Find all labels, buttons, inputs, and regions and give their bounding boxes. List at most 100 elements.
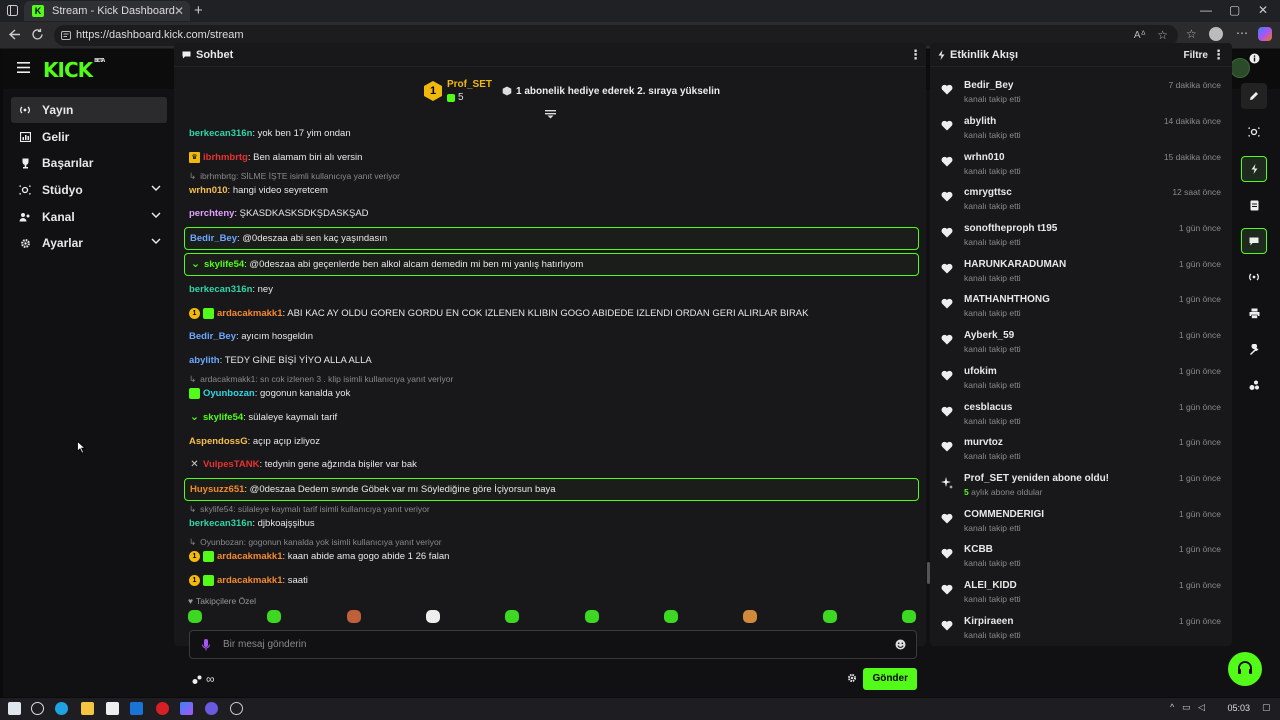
help-headset-icon[interactable] [1228, 652, 1262, 686]
activity-username[interactable]: HARUNKARADUMAN [964, 259, 1066, 270]
emote-icon[interactable] [188, 610, 202, 623]
chat-username[interactable]: perchteny [189, 207, 234, 220]
opera-icon[interactable] [156, 702, 169, 715]
integrations-icon[interactable] [1241, 372, 1267, 398]
menu-icon[interactable] [17, 62, 30, 73]
sidebar-item-kanal[interactable]: Kanal [11, 204, 167, 230]
sidebar-item-ayarlar[interactable]: Ayarlar [11, 230, 167, 256]
send-button[interactable]: Gönder [863, 668, 917, 690]
chat-message-mention[interactable]: Bedir_Bey: @0deszaa abi sen kaç yaşındas… [184, 227, 919, 251]
chat-username[interactable]: Bedir_Bey [190, 232, 237, 245]
store-icon[interactable] [106, 702, 119, 715]
sidebar-item-basarilar[interactable]: Başarılar [11, 150, 167, 176]
edge-browser-icon[interactable] [55, 702, 68, 715]
chat-message[interactable]: ♛ ibrhmbrtg: Ben alamam biri alı versin [184, 147, 919, 168]
activity-username[interactable]: Bedir_Bey [964, 80, 1013, 91]
activity-more-options-icon[interactable]: ⋮ [1212, 47, 1225, 63]
browser-tab[interactable]: K Stream - Kick Dashboard ✕ [24, 1, 190, 21]
emoji-picker-icon[interactable] [895, 639, 906, 650]
emote-icon[interactable] [901, 610, 916, 623]
sidebar-item-gelir[interactable]: Gelir [11, 124, 167, 150]
kicks-balance[interactable]: ∞ [192, 672, 215, 686]
activity-item[interactable]: cmrygttsc kanalı takip etti 12 saat önce [941, 186, 1221, 220]
back-icon[interactable] [8, 28, 21, 41]
chat-message-mention[interactable]: ⌄ skylife54: @0deszaa abi geçenlerde ben … [184, 252, 919, 276]
chat-username[interactable]: ardacakmakk1 [217, 574, 283, 587]
chat-message[interactable]: 1 ardacakmakk1: ABI KAC AY OLDU GOREN GOR… [184, 303, 919, 324]
more-options-icon[interactable]: ⋯ [1236, 26, 1248, 40]
broadcast-rail-icon[interactable] [1241, 264, 1267, 290]
chat-username[interactable]: ibrhmbrtg [203, 151, 248, 164]
activity-item[interactable]: Ayberk_59 kanalı takip etti 1 gün önce [941, 329, 1221, 363]
emote-icon[interactable] [346, 610, 361, 623]
network-icon[interactable]: ▭ [1182, 702, 1191, 713]
search-icon[interactable] [31, 702, 44, 715]
emote-icon[interactable] [267, 610, 282, 623]
activity-username[interactable]: Kirpiraeen [964, 616, 1013, 627]
activity-username[interactable]: ufokim [964, 366, 997, 377]
app-icon[interactable] [205, 702, 218, 715]
chat-message[interactable]: AspendossG: açıp açıp izliyoz [184, 431, 919, 452]
activity-username[interactable]: MATHANHTHONG [964, 294, 1050, 305]
activity-username[interactable]: Prof_SET yeniden abone oldu! [964, 473, 1109, 484]
activity-item[interactable]: Prof_SET yeniden abone oldu! 5 aylık abon… [941, 472, 1221, 506]
chat-username[interactable]: Huysuzz651 [190, 483, 244, 496]
kick-logo[interactable]: KICK BETA [43, 58, 105, 82]
file-explorer-icon[interactable] [81, 702, 94, 715]
new-tab-icon[interactable]: + [194, 2, 203, 19]
notification-icon[interactable]: ▢ [1262, 702, 1271, 713]
chat-username[interactable]: berkecan316n [189, 283, 252, 296]
chat-username[interactable]: AspendossG [189, 435, 248, 448]
scroll-to-bottom-icon[interactable] [545, 110, 556, 119]
chat-message[interactable]: Bedir_Bey: ayıcım hosgeldın [184, 326, 919, 347]
emote-icon[interactable] [663, 610, 678, 623]
printer-icon[interactable] [1241, 300, 1267, 326]
edit-icon[interactable] [1241, 83, 1267, 109]
emote-icon[interactable] [425, 610, 440, 623]
windows-start-icon[interactable] [8, 702, 21, 715]
emote-icon[interactable] [822, 610, 837, 623]
chat-username[interactable]: skylife54 [203, 411, 243, 424]
activity-item[interactable]: ufokim kanalı takip etti 1 gün önce [941, 365, 1221, 399]
chat-message[interactable]: berkecan316n: djbkoajşşibus [184, 513, 919, 534]
chat-more-options-icon[interactable]: ⋮ [909, 47, 922, 63]
activity-username[interactable]: Ayberk_59 [964, 330, 1014, 341]
activity-item[interactable]: Kirpiraeen kanalı takip etti 1 gün önce [941, 615, 1221, 649]
activity-item[interactable]: COMMENDERIGI kanalı takip etti 1 gün önce [941, 508, 1221, 542]
chat-message[interactable]: 1 ardacakmakk1: kaan abide ama gogo abide… [184, 546, 919, 567]
activity-username[interactable]: wrhn010 [964, 152, 1005, 163]
microphone-icon[interactable] [202, 639, 210, 651]
chat-message[interactable]: ✕ VulpesTANK: tedynin gene ağzında bişile… [184, 454, 919, 475]
activity-item[interactable]: sonoftheproph t195 kanalı takip etti 1 gün… [941, 222, 1221, 256]
wrench-icon[interactable] [1241, 336, 1267, 362]
chat-username[interactable]: berkecan316n [189, 517, 252, 530]
chat-message[interactable]: Oyunbozan: gogonun kanalda yok [184, 383, 919, 404]
activity-username[interactable]: cesblacus [964, 402, 1012, 413]
copilot-icon[interactable] [1258, 27, 1272, 41]
steam-icon[interactable] [230, 702, 243, 715]
activity-item[interactable]: cesblacus kanalı takip etti 1 gün önce [941, 401, 1221, 435]
activity-username[interactable]: ALEI_KIDD [964, 580, 1017, 591]
activity-username[interactable]: KCBB [964, 544, 993, 555]
sidebar-item-studyo[interactable]: Stüdyo [11, 177, 167, 203]
activity-item[interactable]: wrhn010 kanalı takip etti 15 dakika önce [941, 151, 1221, 185]
chat-username[interactable]: Bedir_Bey [189, 330, 236, 343]
activity-username[interactable]: sonoftheproph t195 [964, 223, 1057, 234]
info-icon[interactable] [1241, 45, 1267, 71]
activity-username[interactable]: cmrygttsc [964, 187, 1012, 198]
refresh-icon[interactable] [31, 28, 44, 41]
activity-bolt-icon[interactable] [1241, 156, 1267, 182]
chat-username[interactable]: wrhn010 [189, 184, 228, 197]
sidebar-item-yayin[interactable]: Yayın [11, 97, 167, 123]
chat-username[interactable]: ardacakmakk1 [217, 550, 283, 563]
copilot-app-icon[interactable] [180, 702, 193, 715]
volume-icon[interactable]: ◁ [1198, 702, 1205, 713]
restore-icon[interactable]: ▢ [1229, 3, 1240, 17]
chat-settings-icon[interactable] [847, 673, 857, 683]
close-window-icon[interactable]: ✕ [1258, 3, 1268, 17]
chat-username[interactable]: berkecan316n [189, 127, 252, 140]
emote-icon[interactable] [584, 610, 599, 623]
taskbar-clock[interactable]: 05:03 [1227, 703, 1250, 713]
chat-message[interactable]: abylith: TEDY GİNE BİŞİ YİYO ALLA ALLA [184, 350, 919, 371]
chat-message[interactable]: berkecan316n: yok ben 17 yim ondan [184, 123, 919, 144]
